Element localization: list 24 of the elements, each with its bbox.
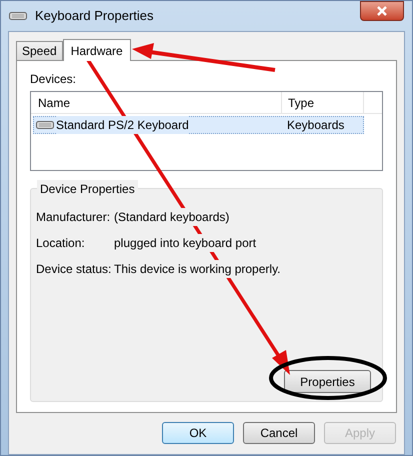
property-value: This device is working properly.: [114, 260, 281, 278]
device-type: Keyboards: [286, 117, 346, 134]
device-name: Standard PS/2 Keyboard: [56, 116, 189, 134]
group-title: Device Properties: [37, 180, 138, 198]
dialog-button[interactable]: OK: [162, 422, 234, 444]
close-icon: [377, 6, 387, 16]
tab[interactable]: Hardware: [62, 39, 131, 61]
device-row[interactable]: Standard PS/2 Keyboard Keyboards: [33, 116, 364, 134]
close-button[interactable]: [360, 1, 404, 21]
dialog-button[interactable]: Cancel: [243, 422, 315, 444]
keyboard-icon: [36, 121, 54, 129]
property-label: Device status:: [36, 261, 112, 278]
device-list[interactable]: Name Type Standard PS/2 Keyboard Keyboards: [30, 91, 383, 171]
properties-button[interactable]: Properties: [284, 370, 371, 393]
devices-label: Devices:: [30, 71, 78, 88]
keyboard-icon: [9, 12, 27, 20]
column-header[interactable]: Type: [282, 92, 364, 113]
property-label: Location:: [36, 235, 86, 252]
window-title: Keyboard Properties: [35, 7, 154, 26]
property-value: (Standard keyboards): [114, 208, 230, 226]
column-header[interactable]: Name: [31, 92, 282, 113]
property-value: plugged into keyboard port: [114, 234, 256, 252]
tab[interactable]: Speed: [16, 41, 63, 60]
property-label: Manufacturer:: [36, 209, 112, 226]
